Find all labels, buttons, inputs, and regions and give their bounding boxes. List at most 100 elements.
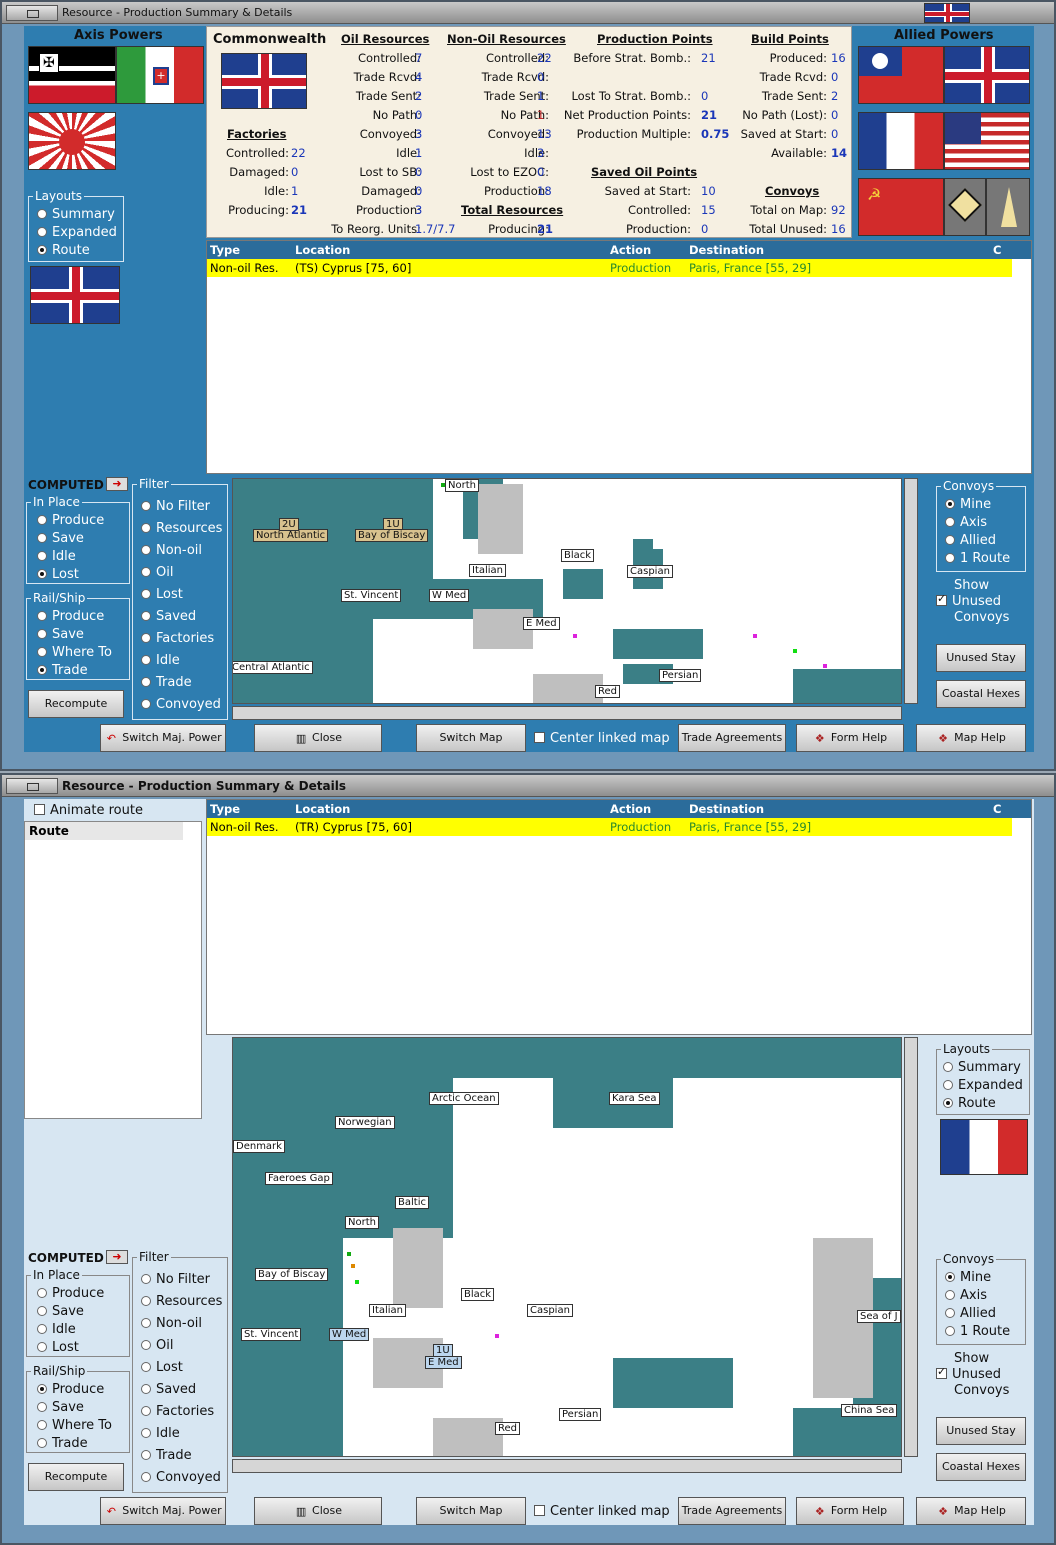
title-bar[interactable]: Resource - Production Summary & Details: [2, 775, 1054, 797]
table-row[interactable]: Non-oil Res. (TR) Cyprus [75, 60] Produc…: [207, 818, 1012, 836]
map-vertical-scrollbar[interactable]: [904, 478, 918, 704]
rail-trade-radio[interactable]: Trade: [37, 1436, 88, 1451]
rail-where-to-radio[interactable]: Where To: [37, 1418, 112, 1433]
world-map[interactable]: Arctic Ocean Kara Sea Norwegian Denmark …: [232, 1037, 902, 1457]
in-place-lost-radio[interactable]: Lost: [37, 1340, 79, 1355]
switch-major-power-button[interactable]: ↶ Switch Maj. Power: [100, 724, 226, 752]
filter-radio-saved[interactable]: Saved: [141, 1382, 196, 1397]
filter-radio-oil[interactable]: Oil: [141, 1338, 173, 1353]
coastal-hexes-button[interactable]: Coastal Hexes: [936, 680, 1026, 708]
japan-flag-icon[interactable]: [28, 112, 116, 170]
trade-agreements-button[interactable]: Trade Agreements: [678, 1497, 786, 1525]
uk-flag-icon[interactable]: [944, 46, 1030, 104]
filter-radio-convoyed[interactable]: Convoyed: [141, 1470, 221, 1485]
china-flag-icon[interactable]: [858, 46, 944, 104]
col-location[interactable]: Location: [295, 243, 350, 257]
filter-radio-factories[interactable]: Factories: [141, 631, 214, 646]
usa-flag-icon[interactable]: [944, 112, 1030, 170]
map-horizontal-scrollbar[interactable]: [232, 1459, 902, 1473]
center-linked-map-checkbox[interactable]: Center linked map: [534, 1504, 670, 1519]
resource-grid[interactable]: Type Location Action Destination C Non-o…: [206, 240, 1032, 474]
computed-arrow-button[interactable]: ➜: [106, 477, 128, 491]
form-help-button[interactable]: ❖ Form Help: [796, 1497, 904, 1525]
computed-arrow-button[interactable]: ➜: [106, 1250, 128, 1264]
resource-grid[interactable]: Type Location Action Destination C Non-o…: [206, 799, 1032, 1035]
convoys-mine-radio[interactable]: Mine: [945, 497, 991, 512]
filter-radio-lost[interactable]: Lost: [141, 587, 183, 602]
filter-radio-idle[interactable]: Idle: [141, 653, 180, 668]
convoys-1-route-radio[interactable]: 1 Route: [945, 551, 1010, 566]
convoys-allied-radio[interactable]: Allied: [945, 1306, 996, 1321]
filter-radio-trade[interactable]: Trade: [141, 1448, 192, 1463]
col-c[interactable]: C: [993, 802, 1001, 816]
italy-flag-icon[interactable]: +: [116, 46, 204, 104]
layout-route-radio[interactable]: Route: [37, 243, 90, 258]
filter-radio-resources[interactable]: Resources: [141, 521, 222, 536]
close-button[interactable]: ▥ Close: [254, 724, 382, 752]
show-unused-checkbox[interactable]: Unused: [936, 1365, 1001, 1382]
france-flag-icon[interactable]: [858, 112, 944, 170]
route-list[interactable]: Route: [24, 821, 202, 1119]
trade-agreements-button[interactable]: Trade Agreements: [678, 724, 786, 752]
in-place-save-radio[interactable]: Save: [37, 1304, 84, 1319]
ussr-flag-icon[interactable]: ☭: [858, 178, 944, 236]
coastal-hexes-button[interactable]: Coastal Hexes: [936, 1453, 1026, 1481]
layout-expanded-radio[interactable]: Expanded: [943, 1078, 1023, 1093]
form-help-button[interactable]: ❖ Form Help: [796, 724, 904, 752]
switch-map-button[interactable]: Switch Map: [416, 724, 526, 752]
rail-produce-radio[interactable]: Produce: [37, 609, 104, 624]
in-place-lost-radio[interactable]: Lost: [37, 567, 79, 582]
recompute-button[interactable]: Recompute: [28, 1463, 124, 1491]
convoys-mine-radio[interactable]: Mine: [945, 1270, 991, 1285]
rail-save-radio[interactable]: Save: [37, 627, 84, 642]
filter-radio-resources[interactable]: Resources: [141, 1294, 222, 1309]
filter-radio-idle[interactable]: Idle: [141, 1426, 180, 1441]
col-c[interactable]: C: [993, 243, 1001, 257]
switch-map-button[interactable]: Switch Map: [416, 1497, 526, 1525]
filter-radio-non-oil[interactable]: Non-oil: [141, 543, 202, 558]
filter-radio-lost[interactable]: Lost: [141, 1360, 183, 1375]
table-row[interactable]: Non-oil Res. (TS) Cyprus [75, 60] Produc…: [207, 259, 1012, 277]
map-help-button[interactable]: ❖ Map Help: [916, 1497, 1026, 1525]
in-place-save-radio[interactable]: Save: [37, 531, 84, 546]
unused-stay-button[interactable]: Unused Stay: [936, 644, 1026, 672]
layout-expanded-radio[interactable]: Expanded: [37, 225, 117, 240]
close-button[interactable]: ▥ Close: [254, 1497, 382, 1525]
convoys-1-route-radio[interactable]: 1 Route: [945, 1324, 1010, 1339]
col-destination[interactable]: Destination: [689, 802, 764, 816]
col-destination[interactable]: Destination: [689, 243, 764, 257]
switch-major-power-button[interactable]: ↶ Switch Maj. Power: [100, 1497, 226, 1525]
window-control-button[interactable]: [6, 778, 58, 794]
filter-radio-no-filter[interactable]: No Filter: [141, 1272, 210, 1287]
convoy-label[interactable]: 2U: [279, 518, 299, 531]
world-map[interactable]: North North Atlantic 2U 1U Bay of Biscay…: [232, 478, 902, 704]
rail-save-radio[interactable]: Save: [37, 1400, 84, 1415]
in-place-idle-radio[interactable]: Idle: [37, 1322, 76, 1337]
col-action[interactable]: Action: [610, 243, 651, 257]
animate-route-checkbox[interactable]: Animate route: [34, 803, 143, 818]
in-place-idle-radio[interactable]: Idle: [37, 549, 76, 564]
rail-produce-radio[interactable]: Produce: [37, 1382, 104, 1397]
map-horizontal-scrollbar[interactable]: [232, 706, 902, 720]
layout-summary-radio[interactable]: Summary: [37, 207, 115, 222]
oil-derrick-icon[interactable]: [986, 178, 1030, 236]
col-type[interactable]: Type: [210, 802, 240, 816]
convoys-allied-radio[interactable]: Allied: [945, 533, 996, 548]
col-action[interactable]: Action: [610, 802, 651, 816]
germany-flag-icon[interactable]: ✠: [28, 46, 116, 104]
rail-trade-radio[interactable]: Trade: [37, 663, 88, 678]
col-location[interactable]: Location: [295, 802, 350, 816]
show-unused-checkbox[interactable]: Unused: [936, 592, 1001, 609]
convoys-axis-radio[interactable]: Axis: [945, 1288, 987, 1303]
map-vertical-scrollbar[interactable]: [904, 1037, 918, 1457]
mine-resource-icon[interactable]: [944, 178, 986, 236]
map-help-button[interactable]: ❖ Map Help: [916, 724, 1026, 752]
filter-radio-saved[interactable]: Saved: [141, 609, 196, 624]
in-place-produce-radio[interactable]: Produce: [37, 513, 104, 528]
convoys-axis-radio[interactable]: Axis: [945, 515, 987, 530]
in-place-produce-radio[interactable]: Produce: [37, 1286, 104, 1301]
filter-radio-convoyed[interactable]: Convoyed: [141, 697, 221, 712]
layout-summary-radio[interactable]: Summary: [943, 1060, 1021, 1075]
unused-stay-button[interactable]: Unused Stay: [936, 1417, 1026, 1445]
rail-where-to-radio[interactable]: Where To: [37, 645, 112, 660]
